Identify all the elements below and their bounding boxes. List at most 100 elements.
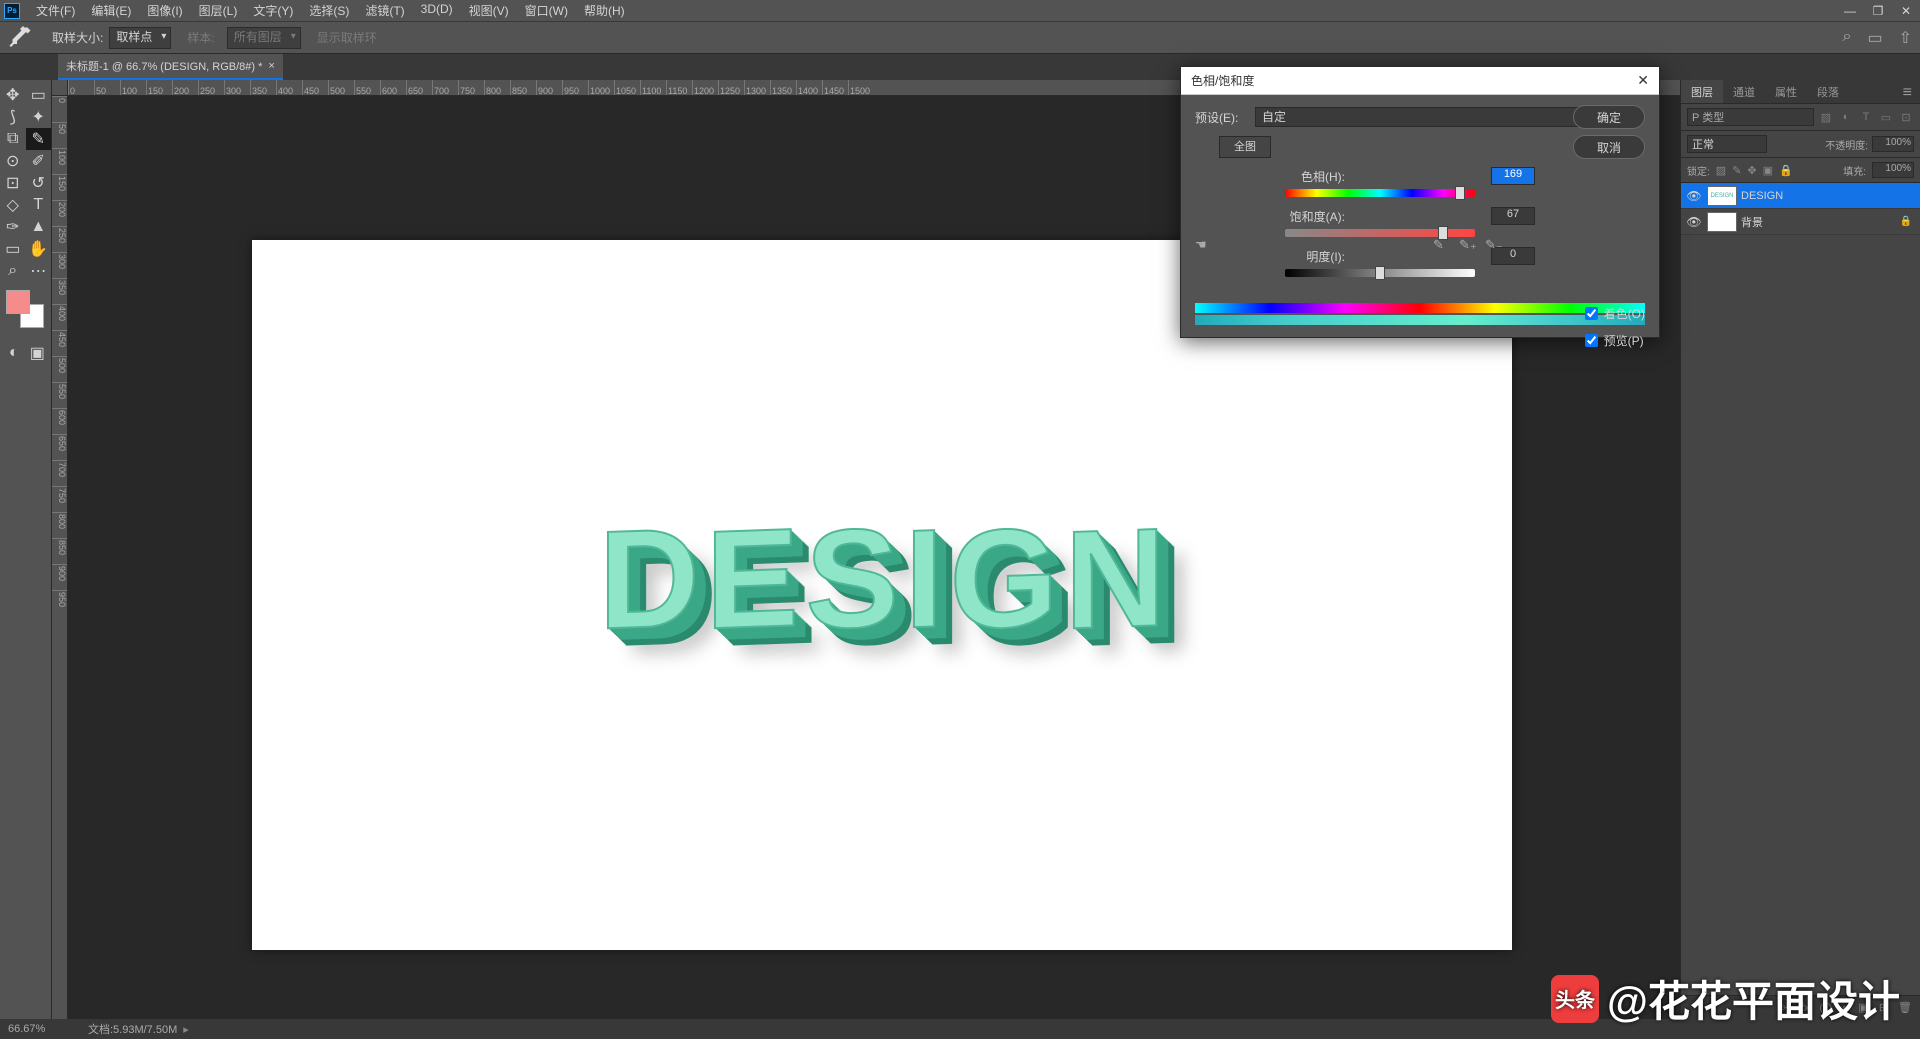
move-tool[interactable]: ✥ <box>0 84 26 106</box>
workspace-icon[interactable]: ▭ <box>1867 28 1882 48</box>
layer-visibility-icon[interactable]: 👁 <box>1685 215 1703 229</box>
menu-item[interactable]: 编辑(E) <box>83 2 139 19</box>
vertical-ruler[interactable]: 0501001502002503003504004505005506006507… <box>52 96 68 1019</box>
brush-tool[interactable]: ✐ <box>26 150 52 172</box>
layer-name[interactable]: 背景 <box>1741 214 1900 230</box>
fill-value[interactable]: 100% <box>1872 162 1914 178</box>
pen-tool[interactable]: ✑ <box>0 216 26 238</box>
preview-checkbox[interactable]: 预览(P) <box>1585 332 1645 349</box>
layer-item[interactable]: 👁 背景 🔒 <box>1681 209 1920 235</box>
menu-item[interactable]: 图层(L) <box>191 2 246 19</box>
foreground-color-swatch[interactable] <box>6 290 30 314</box>
blend-mode-select[interactable]: 正常 <box>1687 135 1767 153</box>
eyedropper-icon[interactable]: ✎ <box>1433 237 1451 255</box>
eyedropper-sub-icon[interactable]: ✎₋ <box>1485 237 1503 255</box>
dialog-title-bar[interactable]: 色相/饱和度 ✕ <box>1181 67 1659 95</box>
menu-item[interactable]: 帮助(H) <box>576 2 633 19</box>
shape-tool[interactable]: ▭ <box>0 238 26 260</box>
panel-tab[interactable]: 属性 <box>1765 80 1807 103</box>
layer-filter-type[interactable]: P 类型 <box>1687 108 1814 126</box>
marquee-tool[interactable]: ▭ <box>26 84 52 106</box>
opacity-value[interactable]: 100% <box>1872 136 1914 152</box>
doc-info-flyout-icon[interactable]: ▸ <box>183 1023 189 1036</box>
eraser-tool[interactable]: ◇ <box>0 194 26 216</box>
lock-artboard-icon[interactable]: ▣ <box>1763 164 1773 177</box>
eyedropper-tool-icon[interactable] <box>8 26 32 50</box>
menu-item[interactable]: 文字(Y) <box>245 2 301 19</box>
layer-visibility-icon[interactable]: 👁 <box>1685 189 1703 203</box>
tab-close-icon[interactable]: × <box>268 60 274 72</box>
color-swatches[interactable] <box>6 290 44 328</box>
fill-label: 填充: <box>1843 163 1866 178</box>
colorize-checkbox[interactable]: 着色(O) <box>1585 305 1645 322</box>
ruler-origin[interactable] <box>52 80 68 96</box>
search-icon[interactable]: ⌕ <box>1843 28 1852 48</box>
filter-adjust-icon[interactable]: ◐ <box>1838 109 1854 125</box>
zoom-tool[interactable]: ⌕ <box>0 260 26 282</box>
edit-range-tab[interactable]: 全图 <box>1219 136 1271 158</box>
layer-item[interactable]: 👁 DESIGN DESIGN <box>1681 183 1920 209</box>
source-spectrum <box>1195 303 1645 313</box>
menu-item[interactable]: 选择(S) <box>301 2 357 19</box>
ok-button[interactable]: 确定 <box>1573 105 1645 129</box>
panel-tab[interactable]: 通道 <box>1723 80 1765 103</box>
hue-input[interactable]: 169 <box>1491 167 1535 185</box>
minimize-button[interactable]: — <box>1836 0 1864 22</box>
eyedropper-tool[interactable]: ✎ <box>26 128 52 150</box>
crop-tool[interactable]: ⧉ <box>0 128 26 150</box>
path-select-tool[interactable]: ▲ <box>26 216 52 238</box>
share-icon[interactable]: ⇧ <box>1899 28 1912 48</box>
sample-size-select[interactable]: 取样点 <box>109 27 171 49</box>
menu-item[interactable]: 视图(V) <box>461 2 517 19</box>
sample-label: 样本: <box>187 29 214 46</box>
menu-item[interactable]: 滤镜(T) <box>357 2 412 19</box>
menu-item[interactable]: 窗口(W) <box>517 2 576 19</box>
lock-paint-icon[interactable]: ✎ <box>1732 164 1741 177</box>
document-canvas[interactable]: DESIGN <box>252 240 1512 950</box>
lock-transparency-icon[interactable]: ▨ <box>1716 164 1726 177</box>
panel-tabs: 图层通道属性段落 ≡ <box>1681 80 1920 104</box>
hue-slider[interactable] <box>1285 189 1475 197</box>
close-button[interactable]: ✕ <box>1892 0 1920 22</box>
zoom-level[interactable]: 66.67% <box>8 1023 68 1035</box>
layer-thumbnail[interactable] <box>1707 212 1737 232</box>
panel-tab[interactable]: 段落 <box>1807 80 1849 103</box>
document-tab[interactable]: 未标题-1 @ 66.7% (DESIGN, RGB/8#) * × <box>58 54 283 80</box>
filter-smart-icon[interactable]: ⊡ <box>1898 109 1914 125</box>
menu-item[interactable]: 图像(I) <box>139 2 190 19</box>
maximize-button[interactable]: ❐ <box>1864 0 1892 22</box>
scrub-icon[interactable]: ☚ <box>1195 237 1213 255</box>
cancel-button[interactable]: 取消 <box>1573 135 1645 159</box>
menu-item[interactable]: 3D(D) <box>413 2 461 19</box>
hue-saturation-dialog[interactable]: 色相/饱和度 ✕ 预设(E): 自定 ⚙ 确定 取消 全图 色相(H): 169… <box>1180 66 1660 338</box>
saturation-input[interactable]: 67 <box>1491 207 1535 225</box>
lasso-tool[interactable]: ⟆ <box>0 106 26 128</box>
delete-layer-icon[interactable]: 🗑 <box>1898 1001 1912 1014</box>
filter-type-icon[interactable]: T <box>1858 109 1874 125</box>
layer-thumbnail[interactable]: DESIGN <box>1707 186 1737 206</box>
saturation-slider[interactable] <box>1285 229 1475 237</box>
panel-tab[interactable]: 图层 <box>1681 80 1723 103</box>
lock-all-icon[interactable]: 🔒 <box>1779 164 1793 177</box>
filter-image-icon[interactable]: ▨ <box>1818 109 1834 125</box>
lightness-slider[interactable] <box>1285 269 1475 277</box>
lock-position-icon[interactable]: ✥ <box>1747 164 1756 177</box>
type-tool[interactable]: T <box>26 194 52 216</box>
eyedropper-add-icon[interactable]: ✎₊ <box>1459 237 1477 255</box>
stamp-tool[interactable]: ⊡ <box>0 172 26 194</box>
hand-tool[interactable]: ✋ <box>26 238 52 260</box>
layers-list: 👁 DESIGN DESIGN 👁 背景 🔒 <box>1681 183 1920 995</box>
preset-select[interactable]: 自定 <box>1255 107 1618 127</box>
healing-tool[interactable]: ⊙ <box>0 150 26 172</box>
panel-menu-icon[interactable]: ≡ <box>1895 80 1920 103</box>
dialog-close-icon[interactable]: ✕ <box>1637 72 1649 89</box>
screen-mode-button[interactable]: ▣ <box>28 342 48 364</box>
menu-item[interactable]: 文件(F) <box>28 2 83 19</box>
layer-name[interactable]: DESIGN <box>1741 190 1916 202</box>
magic-wand-tool[interactable]: ✦ <box>26 106 52 128</box>
quick-mask-button[interactable]: ◐ <box>4 342 24 364</box>
filter-shape-icon[interactable]: ▭ <box>1878 109 1894 125</box>
history-brush-tool[interactable]: ↺ <box>26 172 52 194</box>
edit-toolbar[interactable]: ⋯ <box>26 260 52 282</box>
document-info[interactable]: 文档:5.93M/7.50M <box>88 1021 177 1037</box>
